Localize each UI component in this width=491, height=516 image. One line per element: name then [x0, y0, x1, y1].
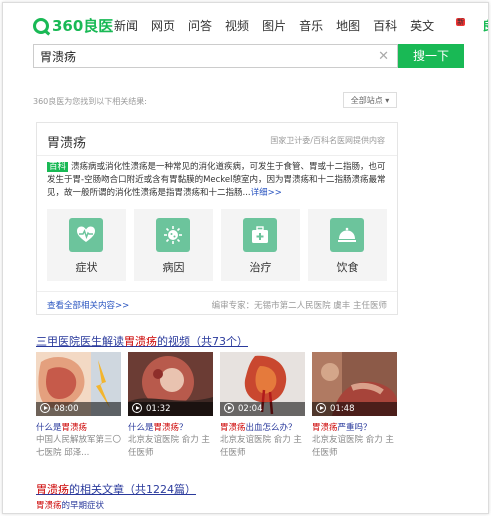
nav-baike[interactable]: 百科 [373, 17, 397, 34]
heart-pulse-icon [69, 218, 103, 252]
video-thumbnail[interactable]: 01:48 [312, 352, 397, 416]
video-source: 北京友谊医院 俞力 主任医师 [312, 435, 394, 458]
nav-images[interactable]: 图片 [262, 17, 286, 34]
play-icon [316, 402, 326, 413]
search-button[interactable]: 搜一下 [398, 44, 464, 68]
article-suffix: 的早期症状 [61, 501, 105, 511]
video-caption[interactable]: 胃溃疡严重吗？ [312, 421, 397, 433]
editor-info: 编审专家：无锡市第二人民医院 虞丰 主任医师 [211, 301, 387, 311]
duration-text: 08:00 [54, 404, 79, 414]
play-icon [224, 402, 234, 413]
tile-label: 饮食 [336, 261, 359, 274]
video-item[interactable]: 08:00 什么是胃溃疡 中国人民解放军第三〇七医院 邱泽... [36, 352, 121, 460]
caption-keyword: 胃溃疡 [61, 423, 88, 433]
video-item[interactable]: 01:32 什么是胃溃疡？ 北京友谊医院 俞力 主任医师 [128, 352, 213, 460]
nav-video[interactable]: 视频 [225, 17, 249, 34]
nav-qa[interactable]: 问答 [188, 17, 212, 34]
video-source: 北京友谊医院 俞力 主任医师 [220, 435, 302, 458]
nav-web[interactable]: 网页 [151, 17, 175, 34]
nav-news[interactable]: 新闻 [114, 17, 138, 34]
duration-text: 02:04 [238, 404, 263, 414]
video-title-suffix: 的视频（共73个） [157, 335, 248, 348]
card-source: 国家卫计委/百科名医网提供内容 [270, 136, 385, 145]
nav-maps[interactable]: 地图 [336, 17, 360, 34]
divider [37, 291, 397, 292]
logo-mark-icon [33, 17, 49, 34]
video-source: 中国人民解放军第三〇七医院 邱泽... [36, 435, 122, 458]
tile-diet[interactable]: 饮食 [308, 209, 387, 281]
description-text: 溃疡病或消化性溃疡是一种常见的消化道疾病，可发生于食管、胃或十二指肠，也可发生于… [47, 162, 386, 198]
video-list: 08:00 什么是胃溃疡 中国人民解放军第三〇七医院 邱泽... 01:32 什… [36, 352, 404, 460]
logo-text: 360良医 [52, 17, 114, 35]
search-input[interactable] [34, 48, 362, 64]
nav-liangyi[interactable]: 良医 [482, 17, 488, 34]
tile-label: 病因 [162, 261, 185, 274]
video-duration: 01:48 [312, 402, 397, 416]
card-title[interactable]: 胃溃疡 [47, 132, 86, 151]
detail-link[interactable]: 详细>> [251, 188, 282, 198]
nav-music[interactable]: 音乐 [299, 17, 323, 34]
tile-label: 治疗 [249, 261, 272, 274]
card-description: 百科 溃疡病或消化性溃疡是一种常见的消化道疾病，可发生于食管、胃或十二指肠，也可发… [47, 161, 387, 200]
duration-text: 01:48 [330, 404, 355, 414]
caption-suffix: 严重吗？ [337, 423, 372, 433]
tile-treatment[interactable]: 治疗 [221, 209, 300, 281]
video-section-title[interactable]: 三甲医院医生解读胃溃疡的视频（共73个） [36, 333, 248, 349]
clear-icon[interactable]: ✕ [378, 49, 389, 64]
view-all-link[interactable]: 查看全部相关内容>> [47, 299, 129, 311]
scope-dropdown[interactable]: 全部站点 ▾ [343, 92, 397, 108]
nav-english-label: 英文 [410, 19, 435, 33]
tile-causes[interactable]: 病因 [134, 209, 213, 281]
articles-title-suffix: 的相关文章（共1224篇） [69, 483, 196, 496]
tile-label: 症状 [75, 261, 98, 274]
video-thumbnail[interactable]: 01:32 [128, 352, 213, 416]
top-nav: 360良医 新闻 网页 问答 视频 图片 音乐 地图 百科 英文新 良医 软件 [3, 3, 488, 43]
video-title-prefix: 三甲医院医生解读 [36, 335, 124, 348]
video-source: 北京友谊医院 俞力 主任医师 [128, 435, 210, 458]
tile-symptoms[interactable]: 症状 [47, 209, 126, 281]
video-caption[interactable]: 什么是胃溃疡？ [128, 421, 213, 433]
food-cloche-icon [330, 218, 364, 252]
caption-keyword: 胃溃疡 [153, 423, 180, 433]
nav-links: 新闻 网页 问答 视频 图片 音乐 地图 百科 英文新 良医 软件 [114, 17, 488, 34]
video-item[interactable]: 01:48 胃溃疡严重吗？ 北京友谊医院 俞力 主任医师 [312, 352, 397, 460]
video-duration: 01:32 [128, 402, 213, 416]
caption-prefix: 什么是 [128, 423, 154, 433]
browser-frame: 360良医 新闻 网页 问答 视频 图片 音乐 地图 百科 英文新 良医 软件 … [2, 2, 489, 514]
search-box: ✕ [33, 44, 398, 68]
medkit-icon [243, 218, 277, 252]
caption-keyword: 胃溃疡 [312, 423, 338, 433]
video-item[interactable]: 02:04 胃溃疡出血怎么办？ 北京友谊医院 俞力 主任医师 [220, 352, 305, 460]
article-item[interactable]: 胃溃疡的早期症状 [36, 499, 104, 511]
duration-text: 01:32 [146, 404, 171, 414]
article-keyword: 胃溃疡 [36, 501, 62, 511]
video-thumbnail[interactable]: 08:00 [36, 352, 121, 416]
logo[interactable]: 360良医 [33, 15, 113, 36]
nav-english[interactable]: 英文 新 [410, 17, 469, 34]
play-icon [40, 402, 50, 413]
caption-suffix: 出血怎么办？ [245, 423, 297, 433]
virus-icon [156, 218, 190, 252]
video-caption[interactable]: 什么是胃溃疡 [36, 421, 121, 433]
caption-prefix: 什么是 [36, 423, 62, 433]
caption-suffix: ？ [179, 423, 188, 433]
new-badge: 新 [456, 18, 466, 26]
video-title-keyword: 胃溃疡 [124, 335, 157, 348]
video-caption[interactable]: 胃溃疡出血怎么办？ [220, 421, 305, 433]
caption-keyword: 胃溃疡 [220, 423, 246, 433]
play-icon [132, 402, 142, 413]
video-thumbnail[interactable]: 02:04 [220, 352, 305, 416]
baike-tag: 百科 [47, 162, 69, 172]
video-duration: 02:04 [220, 402, 305, 416]
disease-card: 胃溃疡 国家卫计委/百科名医网提供内容 百科 溃疡病或消化性溃疡是一种常见的消化道… [36, 122, 398, 315]
articles-title-keyword: 胃溃疡 [36, 483, 69, 496]
divider [37, 155, 397, 156]
video-duration: 08:00 [36, 402, 121, 416]
articles-section-title[interactable]: 胃溃疡的相关文章（共1224篇） [36, 481, 196, 497]
result-hint: 360良医为您找到以下相关结果: [33, 97, 147, 106]
topic-tiles: 症状 病因 治疗 饮食 [47, 209, 395, 281]
